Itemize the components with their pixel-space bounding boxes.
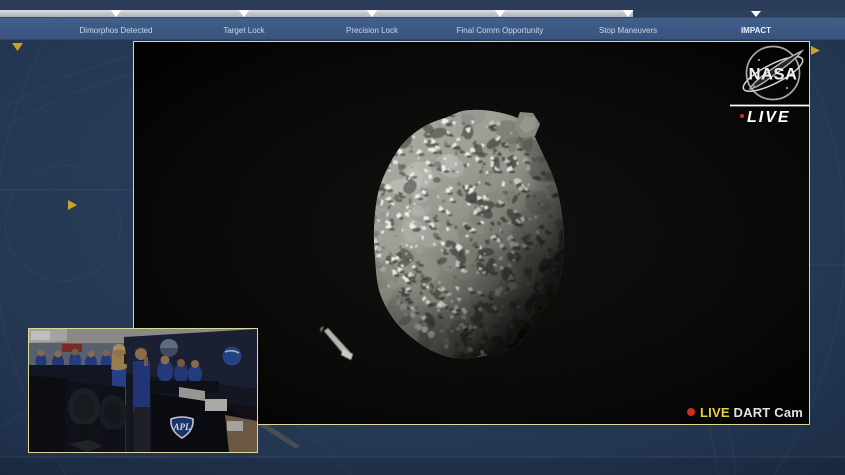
- svg-text:Precision Lock: Precision Lock: [346, 26, 399, 35]
- svg-text:Stop Maneuvers: Stop Maneuvers: [599, 26, 657, 35]
- svg-text:Dimorphos Detected: Dimorphos Detected: [80, 26, 153, 35]
- svg-text:NASA: NASA: [749, 66, 798, 84]
- svg-text:LIVE: LIVE: [747, 109, 791, 126]
- svg-text:Final Comm Opportunity: Final Comm Opportunity: [457, 26, 544, 35]
- svg-text:IMPACT: IMPACT: [741, 26, 771, 35]
- svg-text:Target Lock: Target Lock: [223, 26, 265, 35]
